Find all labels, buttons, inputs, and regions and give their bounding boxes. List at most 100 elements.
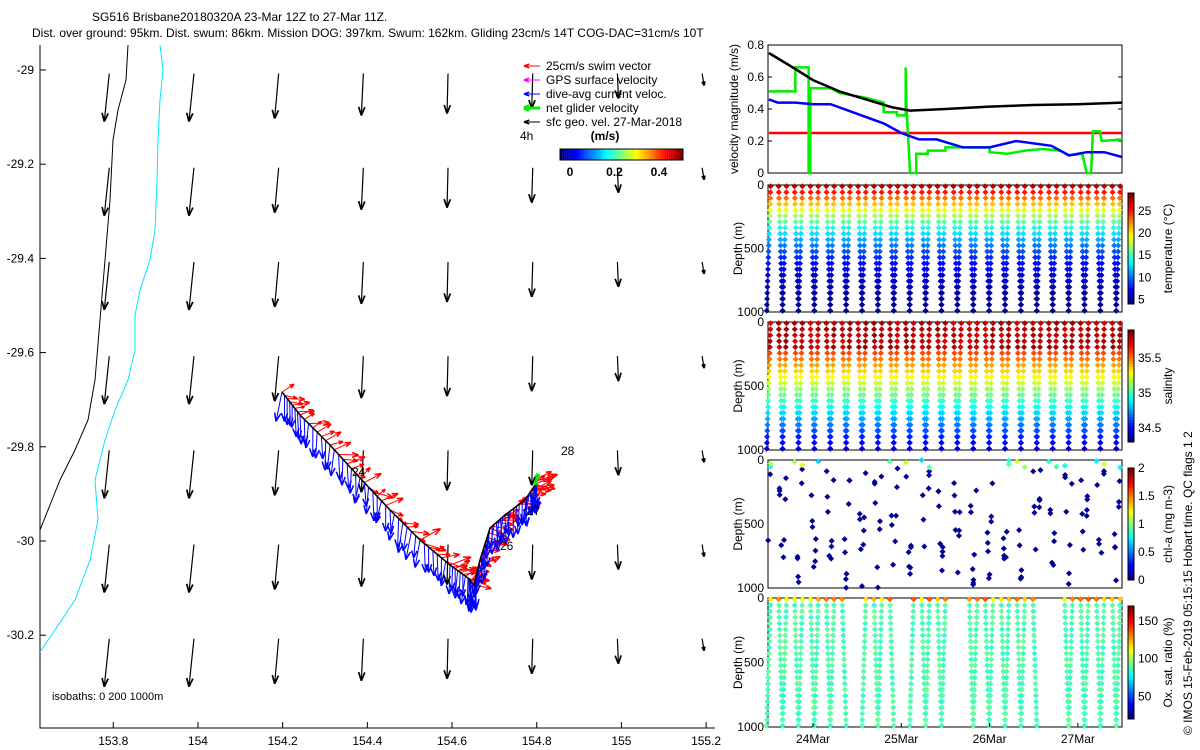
section-ylabel: Depth (m) xyxy=(731,359,745,412)
colorbar-label: chl-a (mg m-3) xyxy=(1161,485,1175,563)
day-label: 27 xyxy=(527,504,541,518)
x-tick-label: 155 xyxy=(611,734,631,748)
oxygen-section: 0 500 1000 Depth (m) 50 100 150 Ox. sat. ratio … xyxy=(731,591,1175,734)
y-tick-label: -29.6 xyxy=(7,346,35,360)
legend-item: net glider velocity xyxy=(546,101,639,115)
colorbar-cell xyxy=(580,149,583,160)
y-tick-label: 0.6 xyxy=(747,70,764,84)
y-tick-label: 0 xyxy=(757,315,764,329)
geo-velocity-arrow xyxy=(531,261,534,297)
colorbar-cell xyxy=(592,149,595,160)
colorbar-cell xyxy=(674,149,677,160)
colorbar-cell xyxy=(639,149,643,160)
colorbar-cell xyxy=(642,149,645,160)
geo-velocity-arrow xyxy=(531,73,534,109)
geo-velocity-arrow xyxy=(446,167,449,208)
colorbar-cell xyxy=(605,149,608,160)
net-glider-velocity-arrow-head xyxy=(534,472,541,479)
y-tick-label: 500 xyxy=(744,242,764,256)
velocity-ylabel: velocity magnitude (m/s) xyxy=(727,44,741,174)
colorbar-cell xyxy=(590,149,593,160)
isobaths-label: isobaths: 0 200 1000m xyxy=(52,691,163,703)
x-tick-label: 155.2 xyxy=(691,734,721,748)
colorbar-cell xyxy=(596,149,600,160)
colorbar-cell xyxy=(607,149,610,160)
colorbar-cell xyxy=(564,149,567,160)
colorbar-cell xyxy=(611,149,614,160)
colorbar-cell xyxy=(613,149,616,160)
colorbar-cell xyxy=(672,149,675,160)
y-tick-label: -29 xyxy=(17,63,35,77)
y-tick-label: 500 xyxy=(744,517,764,531)
interval-label: 4h xyxy=(520,129,533,143)
geo-velocity-arrow xyxy=(531,450,534,486)
colorbar-label: Ox. sat. ratio (%) xyxy=(1161,617,1175,707)
colorbar-cell xyxy=(676,149,680,160)
colorbar-title: (m/s) xyxy=(591,129,620,143)
colorbar-cell xyxy=(623,149,626,160)
colorbar-cell xyxy=(678,149,682,160)
colorbar-cell xyxy=(586,149,589,160)
colorbar-cell xyxy=(615,149,618,160)
colorbar-tick-label: 1 xyxy=(1138,517,1145,531)
colorbar-cell xyxy=(621,149,624,160)
colorbar-cell xyxy=(646,149,649,160)
swim-vector-arrow xyxy=(364,473,382,484)
colorbar-cell xyxy=(666,149,669,160)
geo-velocity-arrow xyxy=(531,356,534,392)
swim-vector-arrow-head xyxy=(432,527,442,536)
colorbar-tick-label: 100 xyxy=(1138,652,1158,666)
colorbar-cell xyxy=(650,149,653,160)
time-tick-label: 24Mar xyxy=(796,732,830,746)
colorbar-cell xyxy=(668,149,671,160)
map-axes xyxy=(39,45,715,729)
geo-velocity-arrow xyxy=(360,167,364,210)
section-ylabel: Depth (m) xyxy=(731,497,745,550)
colorbar-cell xyxy=(603,149,606,160)
isobath-0m xyxy=(39,44,129,531)
colorbar-cell xyxy=(664,149,667,160)
colorbar-cell xyxy=(625,149,628,160)
legend-swatch-head xyxy=(523,104,530,112)
geo-velocity-arrow xyxy=(360,261,364,304)
day-label: 28 xyxy=(561,444,575,458)
geo-velocity-arrow xyxy=(531,638,534,674)
temperature-section: 05001000Depth (m)510152025 temperature (°… xyxy=(731,178,1175,319)
colorbar-cell xyxy=(644,149,647,160)
colorbar-label: temperature (°C) xyxy=(1161,204,1175,294)
section-axes xyxy=(767,459,1123,589)
colorbar-tick-label: 0.2 xyxy=(606,165,623,179)
colorbar-cell xyxy=(598,149,602,160)
colorbar-cell xyxy=(662,149,665,160)
y-tick-label: -30 xyxy=(17,534,35,548)
y-tick-label: 0 xyxy=(757,591,764,605)
swim-vector-arrow-head xyxy=(288,383,295,389)
colorbar-cell xyxy=(570,149,573,160)
title-line1: SG516 Brisbane20180320A 23-Mar 12Z to 27… xyxy=(92,10,387,24)
velocity-magnitude-panel: 00.20.40.60.8velocity magnitude (m/s) xyxy=(727,38,1123,180)
colorbar-cell xyxy=(582,149,585,160)
x-tick-label: 154.4 xyxy=(352,734,382,748)
time-tick-label: 25Mar xyxy=(884,732,918,746)
colorbar-tick-label: 0 xyxy=(1138,573,1145,587)
y-tick-label: 0 xyxy=(757,453,764,467)
colorbar-tick-label: 0.4 xyxy=(651,165,668,179)
colorbar-cell xyxy=(574,149,577,160)
geo-velocity-arrow xyxy=(531,167,534,203)
figure: SG516 Brisbane20180320A 23-Mar 12Z to 27… xyxy=(7,10,1195,748)
geo-velocity-arrow xyxy=(446,261,449,302)
dive-avg-current-arrow xyxy=(397,518,400,548)
colorbar-tick-label: 50 xyxy=(1138,689,1152,703)
geo-velocity-arrow xyxy=(360,356,364,399)
depth-sections: 05001000Depth (m)510152025 temperature (°… xyxy=(731,178,1175,746)
day-label: 24 xyxy=(352,465,366,479)
colorbar-tick-label: 15 xyxy=(1138,248,1152,262)
swim-vector-arrow xyxy=(385,497,404,506)
y-tick-label: 0 xyxy=(757,178,764,192)
colorbar-tick-label: 5 xyxy=(1138,293,1145,307)
title-line2: Dist. over ground: 95km. Dist. swum: 86k… xyxy=(32,26,704,40)
colorbar-tick-label: 0 xyxy=(567,165,574,179)
x-tick-label: 154.6 xyxy=(437,734,467,748)
footer-credit: © IMOS 15-Feb-2019 05:15:15 Hobart time.… xyxy=(1181,431,1195,735)
chl-section: 05001000Depth (m)00.511.52chl-a (mg m-3) xyxy=(731,453,1175,595)
